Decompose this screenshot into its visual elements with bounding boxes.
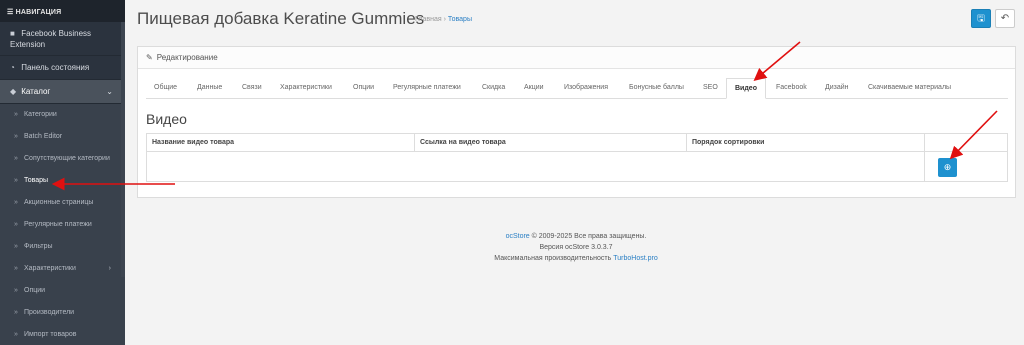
sidebar-item-label: Производители xyxy=(24,309,75,316)
tab-general[interactable]: Общие xyxy=(154,78,177,99)
column-header-video-name: Название видео товара xyxy=(147,134,415,152)
panel-heading: ✎ Редактирование xyxy=(138,47,1015,69)
sidebar-item-label: Facebook Business Extension xyxy=(10,29,92,49)
tab-images[interactable]: Изображения xyxy=(564,78,608,99)
chevron-right-icon: » xyxy=(14,221,18,228)
sidebar-item-products[interactable]: » Товары xyxy=(0,170,125,192)
section-title: Видео xyxy=(146,111,187,127)
navigation-header: ☰ НАВИГАЦИЯ xyxy=(0,0,125,22)
sidebar-item-facebook[interactable]: ■ Facebook Business Extension xyxy=(0,22,125,56)
sidebar-item-dashboard[interactable]: ◔ Панель состояния xyxy=(0,56,125,80)
sidebar-item-label: Каталог xyxy=(21,87,51,96)
chevron-down-icon: ⌄ xyxy=(106,87,113,96)
tab-downloads[interactable]: Скачиваемые материалы xyxy=(868,78,951,99)
panel-heading-label: Редактирование xyxy=(156,53,218,62)
sidebar: ☰ НАВИГАЦИЯ ■ Facebook Business Extensio… xyxy=(0,0,125,345)
sidebar-scrollbar[interactable] xyxy=(121,22,125,277)
tab-options[interactable]: Опции xyxy=(353,78,374,99)
sidebar-item-promo-pages[interactable]: » Акционные страницы xyxy=(0,192,125,214)
product-tabs: Общие Данные Связи Характеристики Опции … xyxy=(146,78,1008,99)
chevron-right-icon: » xyxy=(14,287,18,294)
column-header-video-link: Ссылка на видео товара xyxy=(415,134,687,152)
sidebar-item-label: Панель состояния xyxy=(21,63,90,72)
breadcrumb-separator: › xyxy=(443,16,446,23)
sidebar-item-catalog[interactable]: ◆ Каталог ⌄ xyxy=(0,80,125,104)
sidebar-item-label: Импорт товаров xyxy=(24,331,77,338)
column-header-actions xyxy=(925,134,1007,152)
chevron-right-icon: » xyxy=(14,199,18,206)
sidebar-item-import[interactable]: » Импорт товаров xyxy=(0,324,125,345)
sidebar-item-label: Фильтры xyxy=(24,243,53,250)
footer: ocStore © 2009-2025 Все права защищены. … xyxy=(136,231,1016,264)
sidebar-item-label: Категории xyxy=(24,111,57,118)
sidebar-item-options[interactable]: » Опции xyxy=(0,280,125,302)
plus-circle-icon: ⊕ xyxy=(943,162,952,172)
sidebar-item-batch-editor[interactable]: » Batch Editor xyxy=(0,126,125,148)
breadcrumb-products[interactable]: Товары xyxy=(448,16,472,23)
tab-recurring[interactable]: Регулярные платежи xyxy=(393,78,461,99)
chevron-right-icon: » xyxy=(14,111,18,118)
sidebar-item-label: Batch Editor xyxy=(24,133,63,140)
tab-facebook[interactable]: Facebook xyxy=(776,78,807,99)
sidebar-item-filters[interactable]: » Фильтры xyxy=(0,236,125,258)
add-video-button[interactable]: ⊕ xyxy=(938,158,957,177)
tag-icon: ◆ xyxy=(10,87,17,96)
sidebar-item-label: Товары xyxy=(24,177,49,184)
sidebar-item-label: Характеристики xyxy=(24,265,76,272)
facebook-icon: ■ xyxy=(10,29,15,38)
sidebar-item-label: Регулярные платежи xyxy=(24,221,92,228)
chevron-right-icon: » xyxy=(14,331,18,338)
chevron-right-icon: » xyxy=(14,133,18,140)
catalog-submenu: » Категории » Batch Editor » Сопутствующие … xyxy=(0,104,125,345)
footer-brand-link[interactable]: ocStore xyxy=(506,233,530,240)
edit-panel: ✎ Редактирование Общие Данные Связи Харак… xyxy=(137,46,1016,198)
sidebar-item-label: Опции xyxy=(24,287,46,294)
save-icon: 🖫 xyxy=(977,13,985,23)
back-button[interactable]: ↶ xyxy=(995,9,1015,28)
sidebar-item-categories[interactable]: » Категории xyxy=(0,104,125,126)
footer-version: Версия ocStore 3.0.3.7 xyxy=(539,244,613,251)
tab-attributes[interactable]: Характеристики xyxy=(280,78,332,99)
sidebar-item-related-categories[interactable]: » Сопутствующие категории xyxy=(0,148,125,170)
tab-video[interactable]: Видео xyxy=(726,78,766,99)
back-arrow-icon: ↶ xyxy=(1000,13,1010,24)
sidebar-item-label: Акционные страницы xyxy=(24,199,94,206)
chevron-right-icon: » xyxy=(14,177,18,184)
chevron-right-icon: » xyxy=(14,309,18,316)
chevron-right-icon: » xyxy=(14,265,18,272)
chevron-right-icon: » xyxy=(14,155,18,162)
tab-special[interactable]: Акции xyxy=(524,78,544,99)
table-row xyxy=(147,152,925,182)
column-header-sort-order: Порядок сортировки xyxy=(687,134,925,152)
tab-data[interactable]: Данные xyxy=(197,78,222,99)
breadcrumb: Главная › Товары xyxy=(415,16,472,23)
tab-seo[interactable]: SEO xyxy=(703,78,718,99)
sidebar-item-manufacturers[interactable]: » Производители xyxy=(0,302,125,324)
sidebar-item-attributes[interactable]: » Характеристики › xyxy=(0,258,125,280)
save-button[interactable]: 🖫 xyxy=(971,9,991,28)
footer-performance: Максимальная производительность xyxy=(494,255,612,262)
chevron-right-icon: » xyxy=(14,243,18,250)
pencil-icon: ✎ xyxy=(146,53,153,62)
tab-links[interactable]: Связи xyxy=(242,78,262,99)
sidebar-item-recurring[interactable]: » Регулярные платежи xyxy=(0,214,125,236)
tab-discount[interactable]: Скидка xyxy=(482,78,505,99)
video-table: Название видео товара Ссылка на видео то… xyxy=(146,133,1008,182)
breadcrumb-home[interactable]: Главная xyxy=(415,16,442,23)
sidebar-item-label: Сопутствующие категории xyxy=(24,155,110,162)
tab-design[interactable]: Дизайн xyxy=(825,78,849,99)
footer-host-link[interactable]: TurboHost.pro xyxy=(613,255,657,262)
dashboard-icon: ◔ xyxy=(10,63,15,72)
tab-reward[interactable]: Бонусные баллы xyxy=(629,78,684,99)
page-title: Пищевая добавка Keratine Gummies xyxy=(137,9,425,28)
chevron-right-icon: › xyxy=(108,265,111,272)
footer-copyright: © 2009-2025 Все права защищены. xyxy=(531,233,647,240)
